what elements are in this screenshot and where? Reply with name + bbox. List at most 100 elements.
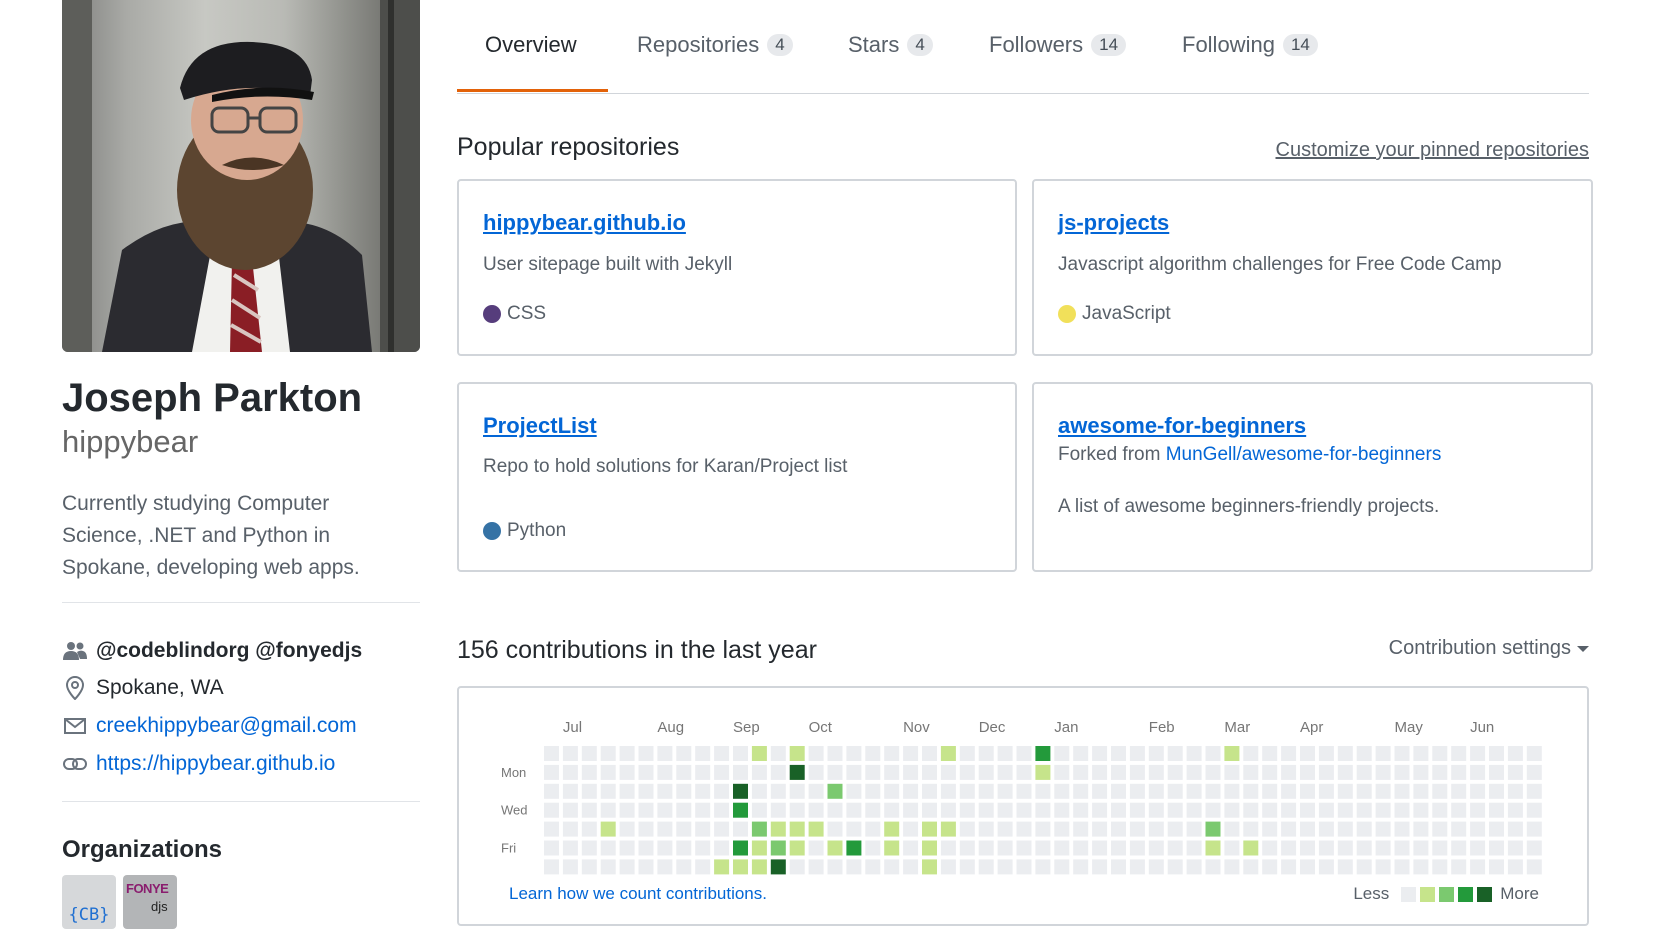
contribution-day[interactable] bbox=[562, 746, 578, 761]
contribution-day[interactable] bbox=[581, 821, 597, 837]
contribution-day[interactable] bbox=[544, 840, 559, 856]
contribution-day[interactable] bbox=[808, 802, 824, 818]
contribution-day[interactable] bbox=[695, 840, 711, 856]
contribution-day[interactable] bbox=[1111, 821, 1126, 837]
contribution-day[interactable] bbox=[1451, 746, 1467, 761]
contribution-day[interactable] bbox=[676, 764, 692, 780]
contribution-day[interactable] bbox=[1356, 840, 1372, 856]
contribution-day[interactable] bbox=[1035, 746, 1051, 761]
contribution-day[interactable] bbox=[1375, 802, 1391, 818]
contribution-day[interactable] bbox=[1507, 802, 1523, 818]
contribution-day[interactable] bbox=[1016, 840, 1032, 856]
contribution-day[interactable] bbox=[865, 764, 881, 780]
contribution-day[interactable] bbox=[1224, 859, 1240, 875]
contribution-day[interactable] bbox=[1016, 783, 1032, 799]
contribution-day[interactable] bbox=[1129, 840, 1145, 856]
contribution-day[interactable] bbox=[1167, 746, 1183, 761]
contribution-day[interactable] bbox=[1451, 821, 1467, 837]
contribution-day[interactable] bbox=[808, 783, 824, 799]
contribution-day[interactable] bbox=[1129, 821, 1145, 837]
contribution-day[interactable] bbox=[997, 783, 1013, 799]
contribution-day[interactable] bbox=[714, 840, 730, 856]
contribution-day[interactable] bbox=[1356, 746, 1372, 761]
repo-name-link[interactable]: js-projects bbox=[1058, 210, 1169, 236]
contribution-day[interactable] bbox=[903, 840, 919, 856]
contribution-day[interactable] bbox=[1507, 746, 1523, 761]
contribution-day[interactable] bbox=[1451, 802, 1467, 818]
contribution-day[interactable] bbox=[733, 859, 748, 875]
contribution-day[interactable] bbox=[544, 764, 559, 780]
contribution-day[interactable] bbox=[1016, 802, 1032, 818]
contribution-day[interactable] bbox=[1205, 764, 1221, 780]
contribution-day[interactable] bbox=[562, 859, 578, 875]
contribution-day[interactable] bbox=[1318, 746, 1334, 761]
contribution-day[interactable] bbox=[1111, 859, 1126, 875]
contribution-day[interactable] bbox=[978, 764, 994, 780]
contribution-day[interactable] bbox=[1016, 764, 1032, 780]
contribution-day[interactable] bbox=[1224, 783, 1240, 799]
contribution-settings-dropdown[interactable]: Contribution settings bbox=[1389, 637, 1589, 660]
contribution-day[interactable] bbox=[676, 821, 692, 837]
contribution-day[interactable] bbox=[657, 746, 673, 761]
contribution-day[interactable] bbox=[827, 859, 843, 875]
tab-followers[interactable]: Followers 14 bbox=[989, 28, 1127, 62]
contribution-day[interactable] bbox=[581, 746, 597, 761]
contribution-day[interactable] bbox=[1186, 802, 1202, 818]
contribution-day[interactable] bbox=[562, 840, 578, 856]
contribution-day[interactable] bbox=[1507, 859, 1523, 875]
contribution-day[interactable] bbox=[1205, 821, 1221, 837]
contribution-day[interactable] bbox=[1054, 802, 1070, 818]
contribution-day[interactable] bbox=[657, 802, 673, 818]
contribution-day[interactable] bbox=[1167, 859, 1183, 875]
contribution-day[interactable] bbox=[1318, 821, 1334, 837]
contribution-day[interactable] bbox=[808, 840, 824, 856]
contribution-day[interactable] bbox=[884, 840, 900, 856]
contribution-day[interactable] bbox=[1432, 746, 1448, 761]
contribution-day[interactable] bbox=[997, 840, 1013, 856]
contribution-day[interactable] bbox=[1186, 821, 1202, 837]
contribution-day[interactable] bbox=[1526, 802, 1542, 818]
contribution-day[interactable] bbox=[922, 821, 937, 837]
repo-name-link[interactable]: ProjectList bbox=[483, 413, 597, 439]
contribution-day[interactable] bbox=[1205, 840, 1221, 856]
contribution-day[interactable] bbox=[959, 802, 975, 818]
contribution-day[interactable] bbox=[1451, 840, 1467, 856]
contribution-day[interactable] bbox=[1300, 859, 1315, 875]
contribution-day[interactable] bbox=[997, 746, 1013, 761]
contribution-day[interactable] bbox=[714, 783, 730, 799]
contribution-day[interactable] bbox=[1243, 802, 1259, 818]
contribution-day[interactable] bbox=[1186, 840, 1202, 856]
contribution-day[interactable] bbox=[1243, 840, 1259, 856]
contribution-day[interactable] bbox=[733, 746, 748, 761]
customize-pinned-link[interactable]: Customize your pinned repositories bbox=[1276, 139, 1590, 162]
contribution-day[interactable] bbox=[1092, 783, 1108, 799]
contribution-day[interactable] bbox=[808, 821, 824, 837]
contribution-day[interactable] bbox=[865, 746, 881, 761]
contribution-day[interactable] bbox=[922, 840, 937, 856]
contribution-day[interactable] bbox=[1035, 783, 1051, 799]
contribution-day[interactable] bbox=[1318, 840, 1334, 856]
contribution-day[interactable] bbox=[959, 840, 975, 856]
contribution-day[interactable] bbox=[1356, 821, 1372, 837]
contribution-day[interactable] bbox=[1489, 840, 1504, 856]
contribution-day[interactable] bbox=[1337, 764, 1353, 780]
contribution-day[interactable] bbox=[846, 859, 862, 875]
contribution-day[interactable] bbox=[676, 840, 692, 856]
forked-from-link[interactable]: MunGell/awesome-for-beginners bbox=[1166, 444, 1442, 465]
contribution-day[interactable] bbox=[657, 764, 673, 780]
contribution-day[interactable] bbox=[827, 821, 843, 837]
contribution-day[interactable] bbox=[959, 746, 975, 761]
contribution-day[interactable] bbox=[1243, 821, 1259, 837]
contribution-day[interactable] bbox=[1375, 840, 1391, 856]
contribution-day[interactable] bbox=[1262, 821, 1278, 837]
contribution-day[interactable] bbox=[562, 821, 578, 837]
contribution-day[interactable] bbox=[1054, 859, 1070, 875]
contribution-day[interactable] bbox=[884, 746, 900, 761]
contribution-day[interactable] bbox=[1111, 783, 1126, 799]
contribution-day[interactable] bbox=[1318, 802, 1334, 818]
contribution-day[interactable] bbox=[1470, 802, 1486, 818]
contribution-day[interactable] bbox=[1470, 840, 1486, 856]
contribution-day[interactable] bbox=[657, 859, 673, 875]
contribution-day[interactable] bbox=[808, 746, 824, 761]
contribution-day[interactable] bbox=[1318, 859, 1334, 875]
